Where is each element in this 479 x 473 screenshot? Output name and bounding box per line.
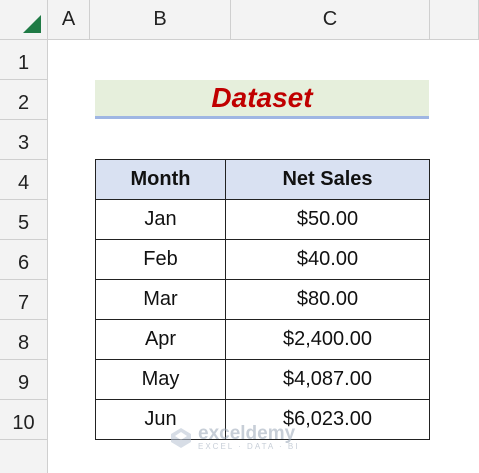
- table-header-row: Month Net Sales: [95, 159, 430, 200]
- watermark-name: exceldemy: [198, 423, 296, 444]
- net-sales-cell[interactable]: $40.00: [225, 239, 430, 280]
- row-header-4[interactable]: 4: [0, 160, 48, 200]
- row-header-6[interactable]: 6: [0, 240, 48, 280]
- month-cell[interactable]: May: [95, 359, 226, 400]
- row-header-9[interactable]: 9: [0, 360, 48, 400]
- net-sales-cell[interactable]: $80.00: [225, 279, 430, 320]
- select-all-corner[interactable]: [0, 0, 48, 40]
- column-header-c[interactable]: C: [231, 0, 430, 40]
- month-cell[interactable]: Feb: [95, 239, 226, 280]
- net-sales-cell[interactable]: $2,400.00: [225, 319, 430, 360]
- month-cell[interactable]: Mar: [95, 279, 226, 320]
- column-header-b[interactable]: B: [90, 0, 231, 40]
- row-header-8[interactable]: 8: [0, 320, 48, 360]
- header-net-sales[interactable]: Net Sales: [225, 159, 430, 200]
- row-header-blank[interactable]: [0, 440, 48, 473]
- table-row: Mar $80.00: [95, 279, 430, 320]
- row-header-1[interactable]: 1: [0, 40, 48, 80]
- column-header-a[interactable]: A: [48, 0, 90, 40]
- month-cell[interactable]: Jan: [95, 199, 226, 240]
- header-month[interactable]: Month: [95, 159, 226, 200]
- month-cell[interactable]: Apr: [95, 319, 226, 360]
- table-row: May $4,087.00: [95, 359, 430, 400]
- row-header-10[interactable]: 10: [0, 400, 48, 440]
- dataset-title-cell[interactable]: Dataset: [95, 80, 429, 119]
- row-header-3[interactable]: 3: [0, 120, 48, 160]
- table-row: Feb $40.00: [95, 239, 430, 280]
- column-header-blank[interactable]: [430, 0, 479, 40]
- select-all-icon: [23, 15, 41, 33]
- row-header-5[interactable]: 5: [0, 200, 48, 240]
- table-row: Apr $2,400.00: [95, 319, 430, 360]
- spreadsheet: A B C 1 2 3 4 5 6 7 8 9 10 Dataset Month…: [0, 0, 479, 473]
- exceldemy-logo-icon: [170, 427, 192, 449]
- dataset-title: Dataset: [211, 82, 313, 113]
- row-header-2[interactable]: 2: [0, 80, 48, 120]
- row-header-7[interactable]: 7: [0, 280, 48, 320]
- watermark-tagline: EXCEL · DATA · BI: [198, 442, 300, 451]
- exceldemy-watermark: exceldemy EXCEL · DATA · BI: [170, 424, 299, 451]
- net-sales-cell[interactable]: $50.00: [225, 199, 430, 240]
- sales-table: Month Net Sales Jan $50.00 Feb $40.00 Ma…: [95, 159, 430, 440]
- table-row: Jan $50.00: [95, 199, 430, 240]
- net-sales-cell[interactable]: $4,087.00: [225, 359, 430, 400]
